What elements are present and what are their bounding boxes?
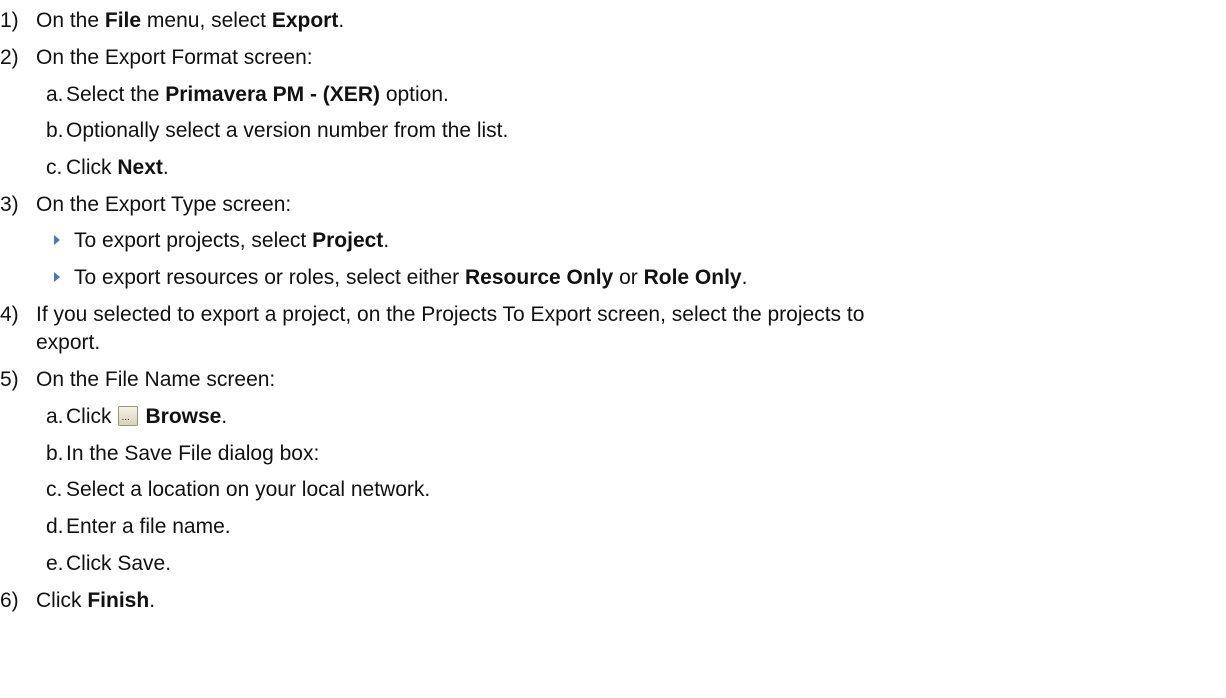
- bullet-text: or: [613, 266, 644, 289]
- step-3: 3) On the Export Type screen:: [0, 192, 291, 218]
- step-6: 6) Click Finish.: [0, 588, 155, 614]
- step-number: 3): [0, 193, 19, 216]
- punctuation: .: [741, 266, 748, 289]
- punctuation: .: [338, 9, 345, 32]
- option-name: Role Only: [643, 266, 742, 289]
- step-text: On the Export Format screen:: [36, 46, 313, 69]
- step-text: On the: [36, 9, 105, 32]
- substep-letter: a.: [46, 83, 64, 106]
- step-text: On the File Name screen:: [36, 368, 276, 391]
- bullet-marker: [52, 265, 74, 291]
- substep-letter: e.: [46, 552, 64, 575]
- substep-text: In the Save File dialog box:: [66, 442, 320, 465]
- substep-2c: c. Click Next.: [46, 155, 169, 181]
- bullet-text: To export projects, select: [74, 229, 313, 252]
- substep-letter: b.: [46, 442, 64, 465]
- substep-text: Select the: [66, 83, 166, 106]
- step-5: 5) On the File Name screen:: [0, 367, 275, 393]
- substep-2a: a. Select the Primavera PM - (XER) option…: [46, 82, 449, 108]
- bullet-marker: [52, 228, 74, 254]
- substep-text: Select a location on your local network.: [66, 478, 431, 501]
- step-number: 5): [0, 368, 19, 391]
- menu-name: File: [104, 9, 142, 32]
- option-name: Resource Only: [465, 266, 614, 289]
- punctuation: .: [162, 156, 169, 179]
- step-4-continuation: export.: [36, 330, 100, 356]
- option-name: Project: [312, 229, 384, 252]
- browse-icon-dots: ...: [121, 412, 130, 423]
- browse-icon: ...: [117, 406, 138, 426]
- instructions-document: 1) On the File menu, select Export. 2) On …: [0, 0, 1226, 698]
- bullet-3-2: To export resources or roles, select eit…: [52, 265, 747, 291]
- option-name: Primavera PM - (XER): [165, 83, 380, 106]
- substep-letter: c.: [46, 478, 63, 501]
- substep-2b: b. Optionally select a version number fro…: [46, 118, 508, 144]
- substep-text: Click Save.: [66, 552, 172, 575]
- substep-5b: b. In the Save File dialog box:: [46, 441, 319, 467]
- step-number: 4): [0, 303, 19, 326]
- substep-text: Click: [66, 405, 112, 428]
- punctuation: .: [149, 589, 156, 612]
- punctuation: .: [383, 229, 390, 252]
- button-name: Browse: [145, 405, 222, 428]
- step-2: 2) On the Export Format screen:: [0, 45, 313, 71]
- substep-letter: a.: [46, 405, 64, 428]
- substep-text: Enter a file name.: [66, 515, 231, 538]
- step-1: 1) On the File menu, select Export.: [0, 8, 344, 34]
- step-text: On the Export Type screen:: [36, 193, 292, 216]
- substep-5a: a. Click... Browse.: [46, 404, 227, 430]
- triangle-bullet-icon: [54, 234, 60, 245]
- step-text: menu, select: [141, 9, 272, 32]
- bullet-text: To export resources or roles, select eit…: [74, 266, 466, 289]
- substep-letter: b.: [46, 119, 64, 142]
- substep-text: Optionally select a version number from …: [66, 119, 509, 142]
- step-number: 2): [0, 46, 19, 69]
- step-number: 6): [0, 589, 19, 612]
- step-4: 4) If you selected to export a project, o…: [0, 302, 864, 328]
- step-text: If you selected to export a project, on …: [36, 303, 865, 326]
- substep-text: option.: [379, 83, 449, 106]
- triangle-bullet-icon: [54, 271, 60, 282]
- punctuation: .: [221, 405, 228, 428]
- step-text: export.: [36, 331, 101, 354]
- bullet-3-1: To export projects, select Project.: [52, 228, 389, 254]
- substep-5d: d. Enter a file name.: [46, 514, 231, 540]
- substep-text: Click: [66, 156, 118, 179]
- substep-5c: c. Select a location on your local networ…: [46, 477, 430, 503]
- button-name: Finish: [87, 589, 150, 612]
- substep-letter: d.: [46, 515, 64, 538]
- substep-letter: c.: [46, 156, 63, 179]
- menu-item-name: Export: [271, 9, 339, 32]
- step-text: Click: [36, 589, 88, 612]
- substep-5e: e. Click Save.: [46, 551, 171, 577]
- step-number: 1): [0, 9, 19, 32]
- button-name: Next: [117, 156, 163, 179]
